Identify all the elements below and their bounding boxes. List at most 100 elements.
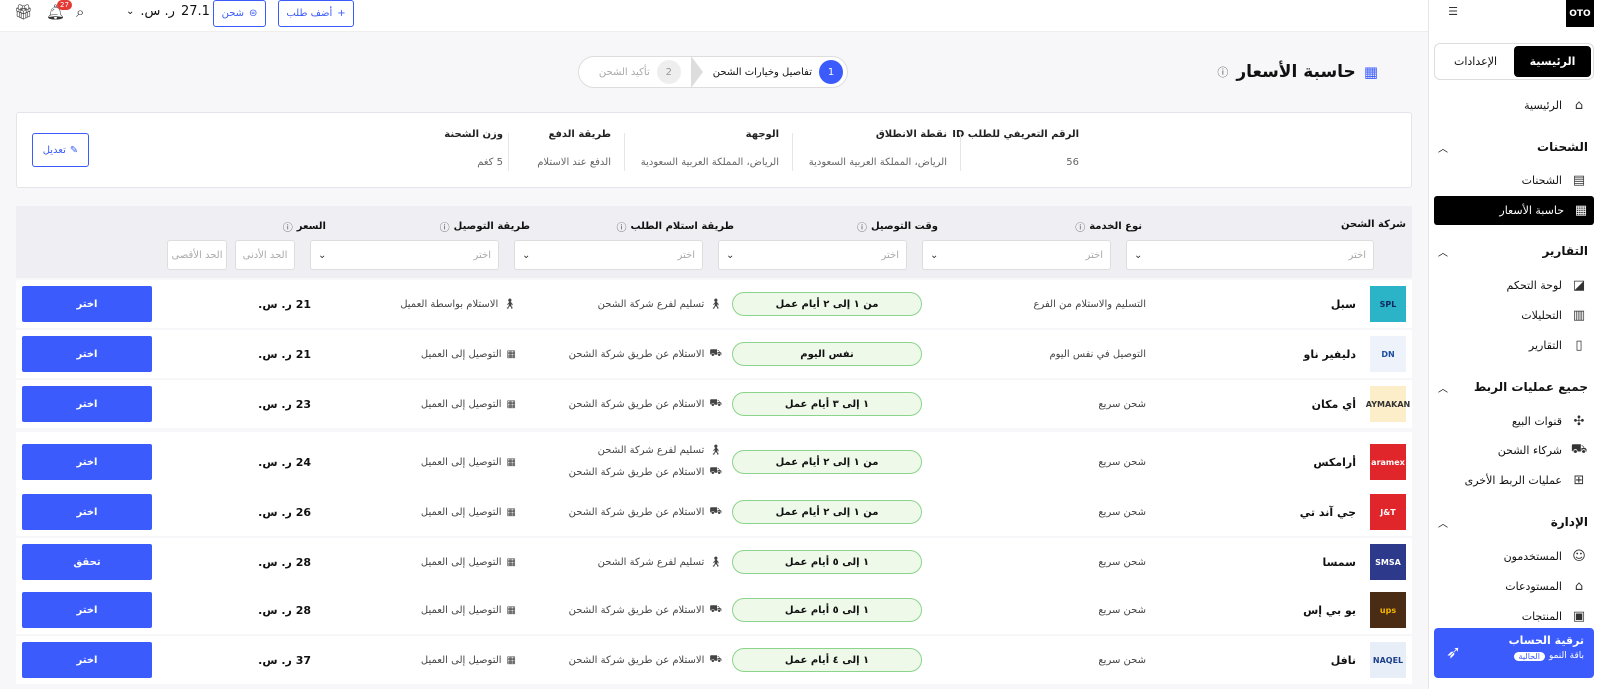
delivery-method-cell: 🚶︎ الاستلام بواسطة العميل — [330, 280, 516, 328]
carrier-select[interactable]: ⌄ اختر — [1126, 240, 1374, 270]
pickup-method-cell: ⛟ الاستلام عن طريق شركة الشحن — [532, 586, 722, 634]
toggle-home[interactable]: الرئيسية — [1514, 46, 1591, 77]
divider — [960, 133, 961, 171]
sidebar-item-label: لوحة التحكم — [1506, 278, 1562, 292]
chevron-up-icon: ︿ — [1438, 144, 1448, 155]
sidebar-section-integrations[interactable]: جميع عمليات الربط ︿ — [1438, 380, 1588, 395]
upgrade-title: ترقية الحساب — [1508, 634, 1584, 647]
select-placeholder: اختر — [1085, 249, 1104, 261]
info-icon[interactable]: ⓘ — [617, 219, 627, 234]
sidebar-item-shipments[interactable]: ▤ الشحنات — [1436, 167, 1592, 193]
sidebar-item-dashboard[interactable]: ◪ لوحة التحكم — [1436, 272, 1592, 298]
pickup-text: تسليم لفرع شركة الشحن — [597, 298, 705, 310]
pickup-option: ⛟ الاستلام عن طريق شركة الشحن — [532, 348, 722, 361]
sidebar-item-other-integrations[interactable]: ⊞ عمليات الربط الأخرى — [1436, 467, 1592, 493]
price: 26 ر. س. — [258, 505, 311, 519]
warehouse-icon: ⌂ — [1574, 578, 1584, 594]
sidebar-item-users[interactable]: ☺ المستخدمون — [1436, 543, 1592, 569]
pickup-method-cell: 🚶︎ تسليم لفرع شركة الشحن — [532, 538, 722, 586]
ship-button[interactable]: ⊜ شحن — [213, 0, 266, 27]
step-shipping-details[interactable]: 1 تفاصيل وخيارات الشحن — [709, 60, 847, 84]
add-order-button[interactable]: + أضف طلب — [278, 0, 354, 27]
pickup-select[interactable]: ⌄ اختر — [514, 240, 703, 270]
sidebar-section-shipments[interactable]: الشحنات ︿ — [1438, 140, 1588, 155]
field-value: 5 كغم — [477, 157, 503, 168]
document-icon: ▯ — [1575, 337, 1583, 353]
pickup-method-cell: ⛟ الاستلام عن طريق شركة الشحن — [532, 488, 722, 536]
step-number: 2 — [656, 60, 681, 84]
edit-button[interactable]: ✎ تعديل — [32, 133, 89, 167]
price-max-input[interactable]: الحد الأقصى — [167, 240, 227, 270]
building-icon: ▦ — [506, 604, 516, 616]
delivery-text: التوصيل إلى العميل — [420, 398, 502, 410]
delivery-method-cell: ▦ التوصيل إلى العميل — [330, 636, 516, 684]
toggle-settings[interactable]: الإعدادات — [1437, 46, 1514, 77]
choose-carrier-button[interactable]: اختر — [22, 444, 152, 480]
choose-carrier-button[interactable]: اختر — [22, 386, 152, 422]
info-icon[interactable]: ⓘ — [857, 219, 867, 234]
products-icon: ▣ — [1572, 608, 1586, 624]
pickup-text: الاستلام عن طريق شركة الشحن — [568, 398, 705, 410]
choose-carrier-button[interactable]: اختر — [22, 592, 152, 628]
info-icon[interactable]: ⓘ — [440, 219, 450, 234]
delivery-select[interactable]: ⌄ اختر — [310, 240, 499, 270]
collapse-sidebar-icon[interactable]: ☰ — [1448, 5, 1458, 18]
info-icon[interactable]: ⓘ — [1075, 219, 1085, 234]
delivery-method-cell: ▦ التوصيل إلى العميل — [330, 538, 516, 586]
delivery-text: التوصيل إلى العميل — [420, 456, 502, 468]
pickup-method-cell: 🚶︎ تسليم لفرع شركة الشحن — [532, 280, 722, 328]
sidebar-item-rate-calculator[interactable]: ▦ حاسبة الأسعار — [1434, 196, 1594, 225]
wallet-balance[interactable]: 27.1 ر. س. ⌄ — [126, 4, 210, 19]
pickup-text: الاستلام عن طريق شركة الشحن — [568, 506, 705, 518]
choose-carrier-button[interactable]: تحقق — [22, 544, 152, 580]
pickup-method-cell: ⛟ الاستلام عن طريق شركة الشحن — [532, 380, 722, 428]
choose-carrier-button[interactable]: اختر — [22, 494, 152, 530]
filter-header-delivery: طريقة التوصيل ⓘ — [440, 219, 530, 234]
carrier-logo: AYMAKAN — [1366, 386, 1410, 422]
box-icon: ▤ — [1572, 172, 1586, 188]
sidebar-item-shipping-partners[interactable]: ⛟ شركاء الشحن — [1436, 437, 1592, 463]
time-select[interactable]: ⌄ اختر — [718, 240, 907, 270]
header-label: شركة الشحن — [1341, 219, 1406, 230]
sidebar-item-products[interactable]: ▣ المنتجات — [1436, 603, 1592, 629]
choose-carrier-button[interactable]: اختر — [22, 286, 152, 322]
edit-label: تعديل — [42, 144, 66, 156]
pickup-text: الاستلام عن طريق شركة الشحن — [568, 348, 705, 360]
price-min-input[interactable]: الحد الأدنى — [235, 240, 295, 270]
rocket-icon: ➶ — [1446, 642, 1462, 663]
sidebar-item-reports[interactable]: ▯ التقارير — [1436, 332, 1592, 358]
field-label: وزن الشحنة — [444, 129, 503, 140]
carrier-cell: aramex أرامكس — [1313, 432, 1406, 492]
sidebar-item-label: عمليات الربط الأخرى — [1464, 473, 1562, 487]
section-title: الشحنات — [1537, 140, 1588, 154]
pickup-option: ⛟ الاستلام عن طريق شركة الشحن — [532, 398, 722, 411]
choose-carrier-button[interactable]: اختر — [22, 642, 152, 678]
section-title: جميع عمليات الربط — [1473, 380, 1588, 394]
chevron-up-icon: ︿ — [1438, 248, 1448, 259]
search-icon[interactable]: ⌕ — [76, 3, 84, 21]
sidebar-section-reports[interactable]: التقارير ︿ — [1438, 244, 1588, 259]
sidebar-item-analytics[interactable]: ▥ التحليلات — [1436, 302, 1592, 328]
sidebar-item-sales-channels[interactable]: ✣ قنوات البيع — [1436, 408, 1592, 434]
carrier-name: أرامكس — [1313, 455, 1356, 469]
delivery-method-cell: ▦ التوصيل إلى العميل — [330, 432, 516, 492]
filters-bar: شركة الشحن نوع الخدمة ⓘ وقت التوصيل ⓘ طريق… — [16, 206, 1412, 278]
carrier-name: يو بي إس — [1303, 603, 1356, 617]
truck-icon: ⛟ — [709, 347, 722, 359]
info-icon[interactable]: ⓘ — [283, 219, 293, 234]
delivery-time-pill: نفس اليوم — [732, 342, 922, 366]
delivery-time-pill: من ١ إلى ٢ أيام عمل — [732, 450, 922, 474]
sidebar-section-management[interactable]: الإدارة ︿ — [1438, 515, 1588, 530]
service-select[interactable]: ⌄ اختر — [922, 240, 1111, 270]
choose-carrier-button[interactable]: اختر — [22, 336, 152, 372]
oto-logo[interactable]: OTO — [1566, 0, 1594, 27]
price: 21 ر. س. — [258, 297, 311, 311]
upgrade-account-button[interactable]: ترقية الحساب باقة النمو الحالية ➶ — [1434, 628, 1594, 678]
sidebar-item-warehouses[interactable]: ⌂ المستودعات — [1436, 573, 1592, 599]
notification-badge: 27 — [57, 0, 72, 10]
info-icon[interactable]: ⓘ — [1217, 64, 1228, 80]
gift-icon[interactable]: 🎁︎ — [14, 3, 33, 21]
sidebar-item-home[interactable]: ⌂ الرئيسية — [1436, 92, 1592, 118]
table-row: SPL سبل التسليم والاستلام من الفرع من ١ … — [16, 280, 1412, 328]
sidebar-item-label: حاسبة الأسعار — [1499, 204, 1564, 217]
